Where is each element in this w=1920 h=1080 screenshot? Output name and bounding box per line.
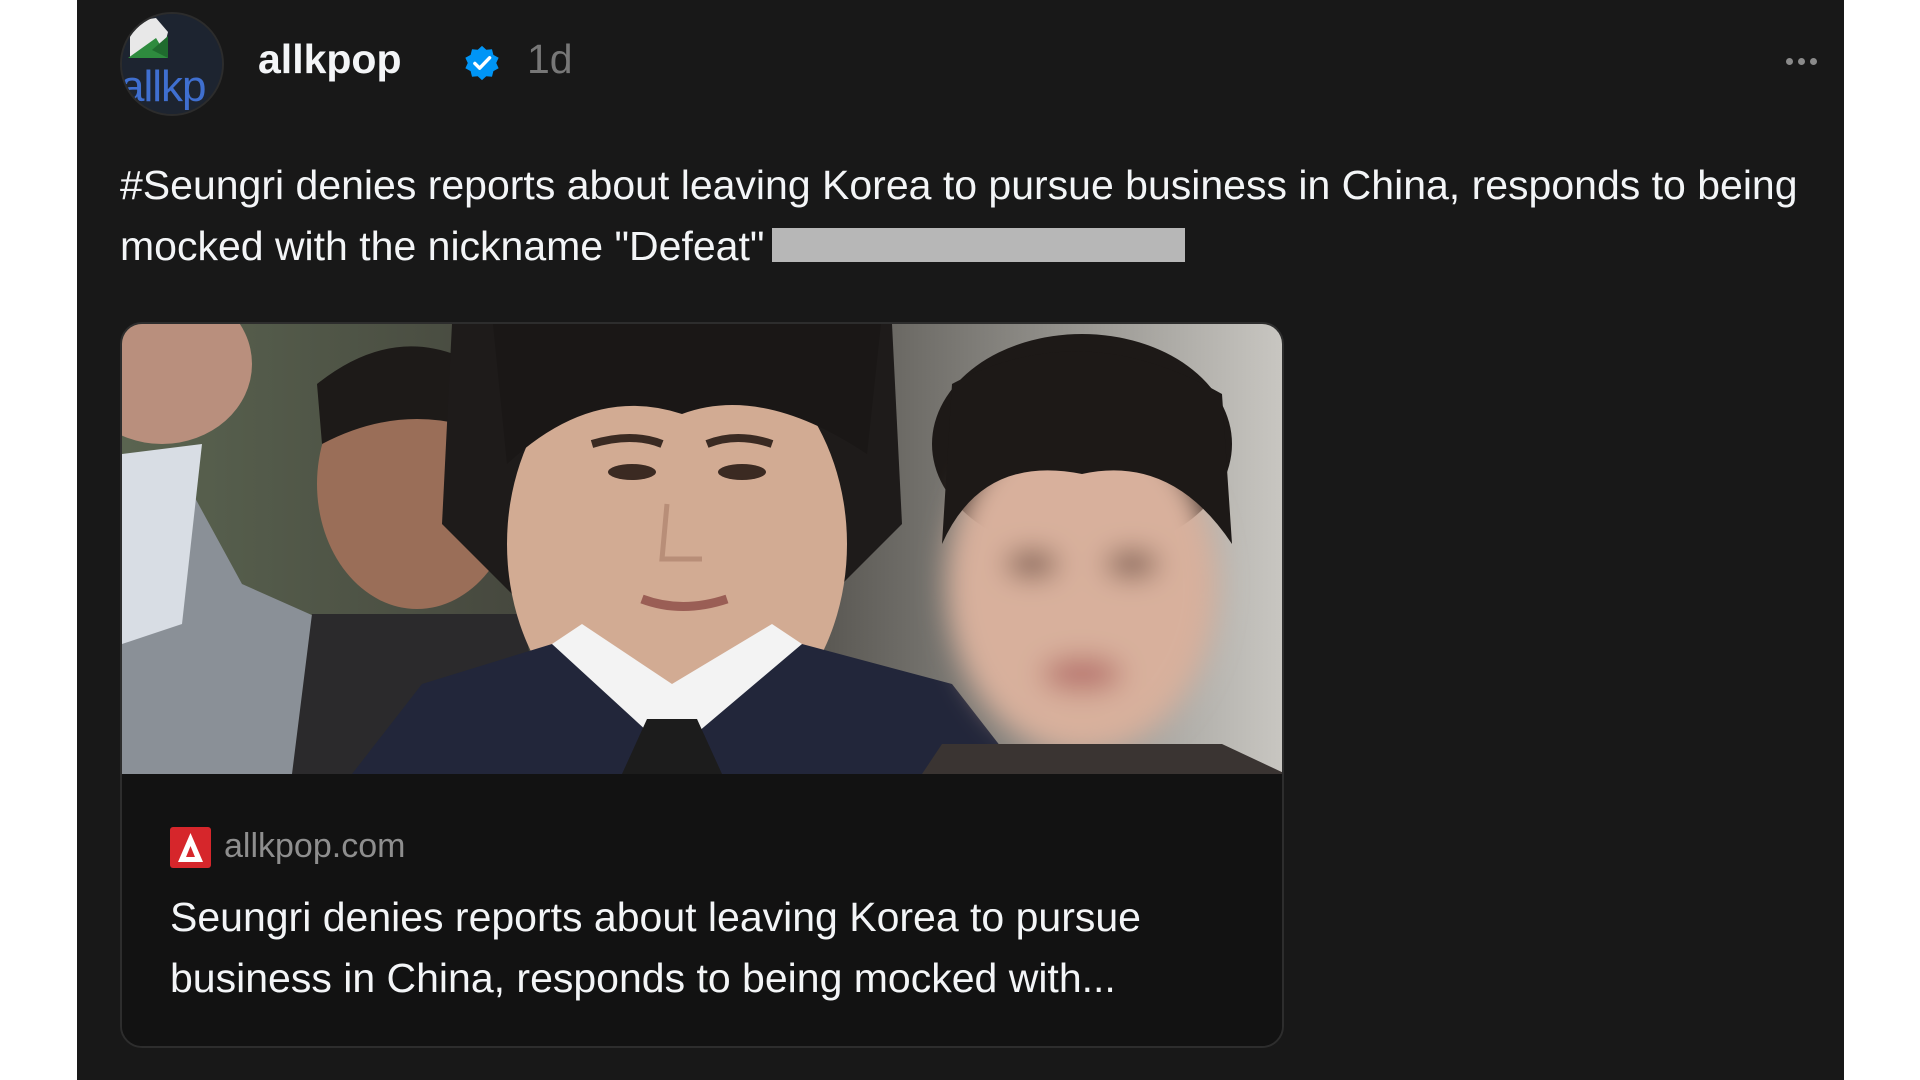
more-dot-icon <box>1810 58 1817 65</box>
link-preview-title[interactable]: Seungri denies reports about leaving Kor… <box>170 887 1240 1009</box>
link-preview-footer: allkpop.com Seungri denies reports about… <box>122 774 1282 1046</box>
more-options-button[interactable] <box>1786 52 1826 68</box>
verified-badge-icon <box>465 45 499 81</box>
redacted-link <box>772 228 1186 263</box>
threads-post: allkp allkpop 1d #Seungri denies reports… <box>77 0 1844 1080</box>
link-domain: allkpop.com <box>224 827 406 865</box>
more-dot-icon <box>1786 58 1793 65</box>
link-preview-image[interactable] <box>122 324 1282 774</box>
article-photo <box>122 324 1282 774</box>
username[interactable]: allkpop <box>258 36 402 83</box>
post-caption: #Seungri denies reports about leaving Ko… <box>120 155 1820 277</box>
link-preview-card[interactable]: allkpop.com Seungri denies reports about… <box>120 322 1284 1048</box>
allkpop-favicon-icon <box>170 827 211 868</box>
post-timestamp: 1d <box>527 36 573 82</box>
avatar-text: allkp <box>120 62 206 111</box>
more-dot-icon <box>1798 58 1805 65</box>
avatar[interactable]: allkp <box>120 12 224 116</box>
post-header: allkp allkpop 1d <box>120 12 1844 116</box>
